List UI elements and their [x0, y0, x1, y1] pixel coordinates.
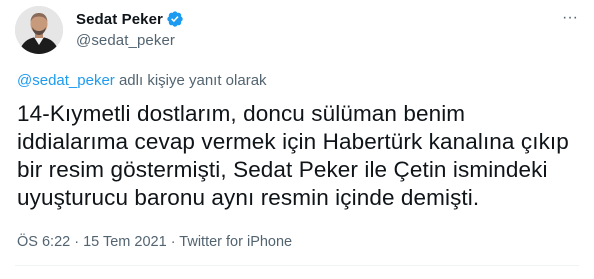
- more-horizontal-icon[interactable]: ···: [558, 8, 582, 28]
- reply-mention-link[interactable]: @sedat_peker: [17, 72, 115, 89]
- tweet-text: 14-Kıymetli dostlarım, doncu sülüman ben…: [17, 101, 569, 210]
- tweet-meta: ÖS 6:22 · 15 Tem 2021 · Twitter for iPho…: [17, 234, 292, 250]
- author-handle[interactable]: @sedat_peker: [76, 32, 184, 49]
- tweet-date[interactable]: 15 Tem 2021: [83, 234, 167, 250]
- meta-separator: ·: [166, 234, 180, 250]
- name-row: Sedat Peker: [76, 9, 184, 29]
- author-block: Sedat Peker @sedat_peker: [76, 9, 184, 49]
- reply-context-suffix: adlı kişiye yanıt olarak: [114, 72, 267, 89]
- reply-context: @sedat_peker adlı kişiye yanıt olarak: [17, 72, 267, 89]
- author-display-name[interactable]: Sedat Peker: [76, 11, 163, 28]
- tweet-card: Sedat Peker @sedat_peker ··· @sedat_peke…: [0, 0, 594, 279]
- verified-badge-icon: [166, 10, 184, 28]
- tweet-source[interactable]: Twitter for iPhone: [179, 234, 292, 250]
- avatar-photo: [15, 6, 63, 54]
- meta-separator: ·: [70, 234, 84, 250]
- more-glyph: ···: [562, 9, 578, 26]
- divider: [15, 265, 579, 266]
- avatar[interactable]: [15, 6, 63, 54]
- tweet-time[interactable]: ÖS 6:22: [17, 234, 70, 250]
